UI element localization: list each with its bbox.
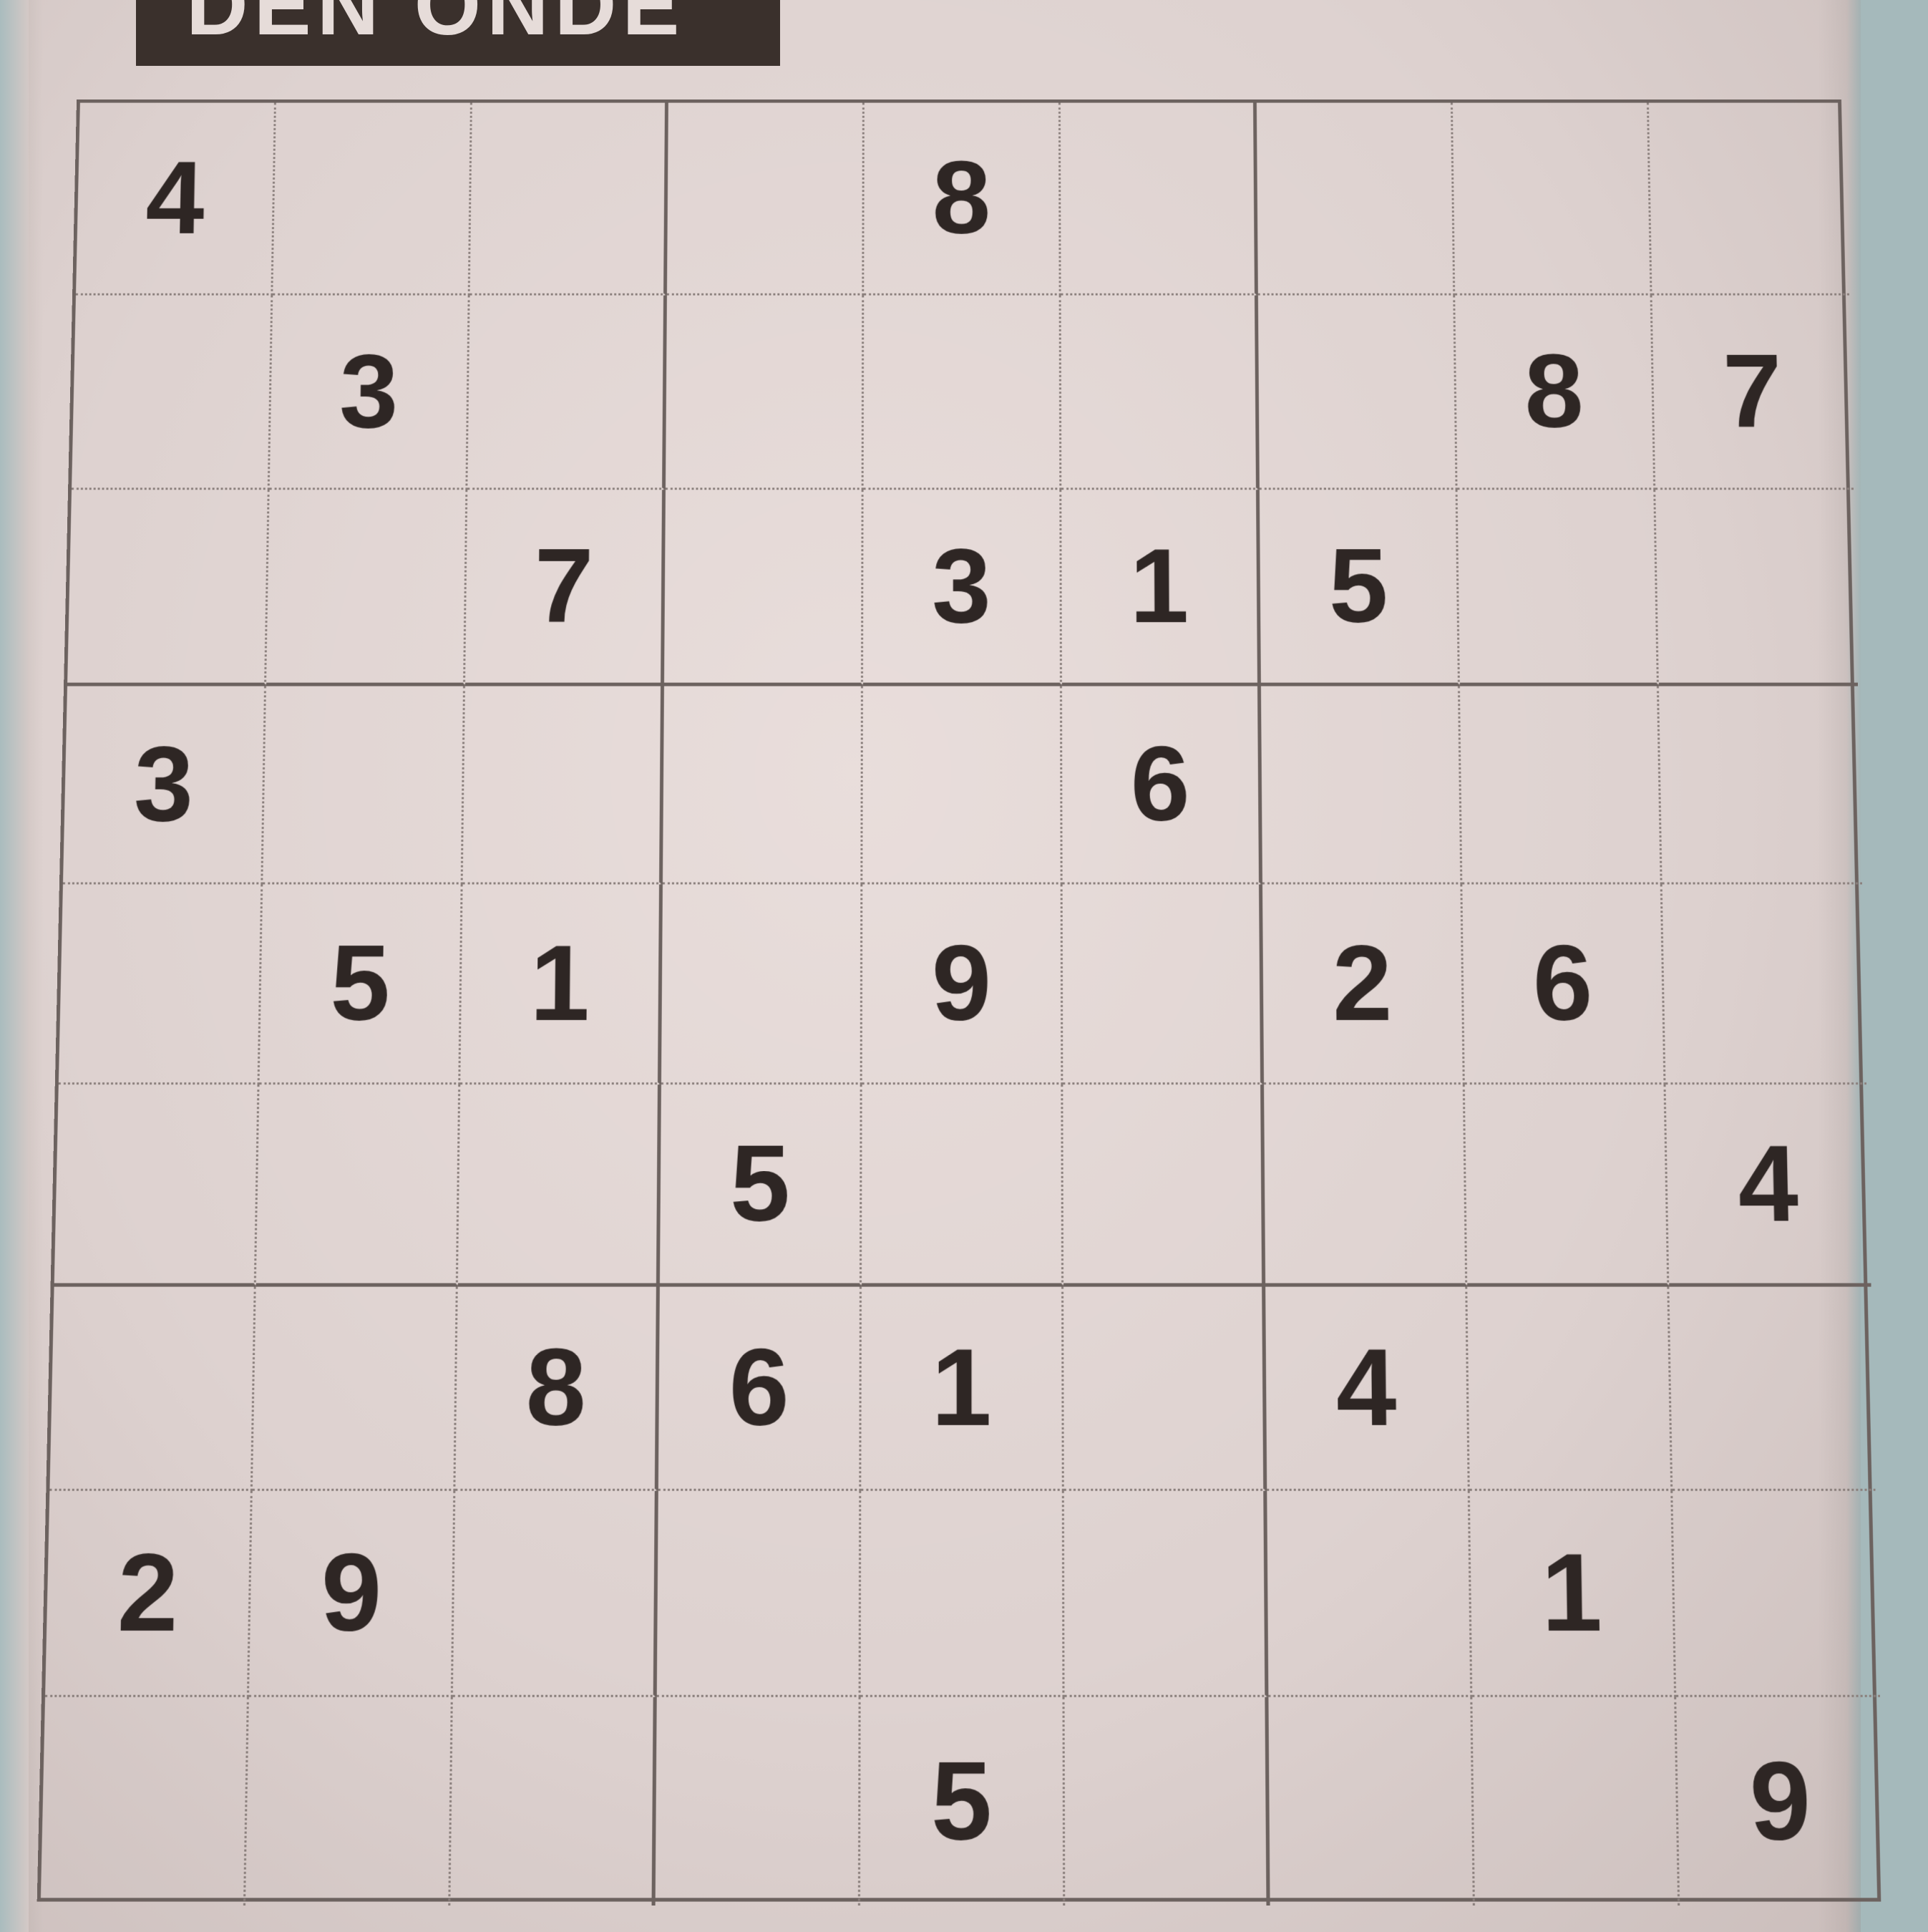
sudoku-cell-r4c4[interactable] — [662, 686, 863, 885]
sudoku-cell-r1c9[interactable] — [1648, 102, 1849, 296]
sudoku-cell-r3c2[interactable] — [266, 490, 468, 686]
sudoku-cell-r9c2[interactable] — [245, 1696, 453, 1906]
sudoku-cell-r4c9[interactable] — [1658, 686, 1863, 885]
sudoku-cell-r6c9[interactable]: 4 — [1665, 1084, 1871, 1287]
sudoku-cell-r9c6[interactable] — [1064, 1696, 1270, 1906]
sudoku-cell-r7c5[interactable]: 1 — [861, 1286, 1064, 1491]
sudoku-cell-r8c1[interactable]: 2 — [45, 1490, 253, 1697]
sudoku-cell-r4c7[interactable] — [1260, 686, 1463, 885]
sudoku-cell-r8c8[interactable]: 1 — [1469, 1490, 1677, 1697]
sudoku-cell-r2c5[interactable] — [863, 295, 1062, 490]
sudoku-cell-r3c5[interactable]: 3 — [862, 490, 1062, 686]
sudoku-cell-r6c5[interactable] — [861, 1084, 1064, 1287]
sudoku-cell-r2c2[interactable]: 3 — [269, 295, 470, 490]
sudoku-cell-r7c6[interactable] — [1063, 1286, 1267, 1491]
puzzle-heading: DEN ONDE — [186, 0, 686, 53]
sudoku-cell-r5c5[interactable]: 9 — [862, 884, 1063, 1085]
sudoku-cell-r5c2[interactable]: 5 — [259, 884, 463, 1085]
sudoku-cell-r8c4[interactable] — [656, 1490, 862, 1697]
sudoku-grid: 483877315365192654861429159 — [36, 99, 1881, 1906]
sudoku-cell-r5c9[interactable] — [1662, 884, 1867, 1085]
sudoku-cell-r2c3[interactable] — [467, 295, 667, 490]
sudoku-cell-r3c7[interactable]: 5 — [1259, 490, 1460, 686]
sudoku-board: 483877315365192654861429159 — [36, 99, 1881, 1906]
sudoku-cell-r9c9[interactable]: 9 — [1676, 1697, 1884, 1906]
sudoku-cell-r6c6[interactable] — [1063, 1084, 1266, 1287]
sudoku-cell-r1c1[interactable]: 4 — [75, 102, 276, 296]
sudoku-cell-r7c9[interactable] — [1669, 1286, 1876, 1491]
sudoku-cell-r6c2[interactable] — [255, 1084, 461, 1287]
sudoku-cell-r2c1[interactable] — [72, 295, 273, 490]
sudoku-cell-r2c8[interactable]: 8 — [1455, 295, 1656, 490]
sudoku-cell-r8c2[interactable]: 9 — [248, 1490, 456, 1697]
sudoku-cell-r4c6[interactable]: 6 — [1061, 686, 1263, 885]
sudoku-cell-r3c1[interactable] — [67, 490, 270, 686]
sudoku-cell-r8c9[interactable] — [1673, 1490, 1881, 1697]
sudoku-cell-r6c7[interactable] — [1264, 1084, 1468, 1287]
sudoku-cell-r9c1[interactable] — [40, 1696, 249, 1906]
sudoku-cell-r4c1[interactable]: 3 — [62, 686, 267, 885]
sudoku-cell-r7c2[interactable] — [252, 1286, 458, 1491]
sudoku-cell-r5c8[interactable]: 6 — [1462, 884, 1666, 1085]
sudoku-cell-r6c8[interactable] — [1464, 1084, 1670, 1287]
sudoku-cell-r5c6[interactable] — [1062, 884, 1265, 1085]
sudoku-cell-r9c8[interactable] — [1472, 1696, 1680, 1906]
sudoku-cell-r2c9[interactable]: 7 — [1652, 295, 1854, 490]
sudoku-cell-r8c7[interactable] — [1267, 1490, 1473, 1697]
sudoku-cell-r1c3[interactable] — [469, 102, 668, 296]
sudoku-cell-r8c5[interactable] — [860, 1490, 1065, 1697]
sudoku-cell-r1c8[interactable] — [1452, 102, 1652, 296]
sudoku-cell-r2c4[interactable] — [665, 295, 865, 490]
puzzle-heading-banner: DEN ONDE — [136, 0, 780, 66]
sudoku-cell-r8c3[interactable] — [452, 1490, 658, 1697]
sudoku-cell-r2c6[interactable] — [1061, 295, 1260, 490]
sudoku-cell-r5c7[interactable]: 2 — [1262, 884, 1465, 1085]
sudoku-cell-r3c3[interactable]: 7 — [464, 490, 666, 686]
sudoku-cell-r9c5[interactable]: 5 — [860, 1696, 1066, 1906]
sudoku-cell-r9c3[interactable] — [450, 1696, 657, 1906]
sudoku-cell-r7c4[interactable]: 6 — [658, 1286, 862, 1491]
newspaper-page: DEN ONDE 483877315365192654861429159 — [0, 0, 1928, 1932]
sudoku-cell-r3c8[interactable] — [1457, 490, 1659, 686]
sudoku-cell-r5c1[interactable] — [58, 884, 263, 1085]
sudoku-cell-r1c2[interactable] — [273, 102, 472, 296]
sudoku-cell-r3c6[interactable]: 1 — [1061, 490, 1261, 686]
sudoku-cell-r7c3[interactable]: 8 — [455, 1286, 660, 1491]
sudoku-cell-r1c5[interactable]: 8 — [864, 102, 1061, 296]
sudoku-cell-r3c9[interactable] — [1655, 490, 1858, 686]
sudoku-cell-r1c7[interactable] — [1256, 102, 1456, 296]
sudoku-cell-r9c4[interactable] — [655, 1696, 861, 1906]
sudoku-cell-r6c1[interactable] — [54, 1084, 260, 1287]
sudoku-cell-r1c4[interactable] — [666, 102, 865, 296]
sudoku-cell-r2c7[interactable] — [1257, 295, 1458, 490]
sudoku-cell-r4c5[interactable] — [862, 686, 1063, 885]
sudoku-cell-r8c6[interactable] — [1063, 1490, 1269, 1697]
sudoku-cell-r3c4[interactable] — [663, 490, 864, 686]
sudoku-cell-r4c8[interactable] — [1459, 686, 1662, 885]
sudoku-cell-r7c7[interactable]: 4 — [1265, 1286, 1470, 1491]
sudoku-cell-r4c3[interactable] — [462, 686, 664, 885]
sudoku-cell-r7c1[interactable] — [49, 1286, 256, 1491]
sudoku-cell-r5c3[interactable]: 1 — [460, 884, 663, 1085]
sudoku-cell-r6c4[interactable]: 5 — [659, 1084, 862, 1287]
sudoku-cell-r4c2[interactable] — [263, 686, 465, 885]
sudoku-cell-r9c7[interactable] — [1268, 1696, 1475, 1906]
sudoku-cell-r7c8[interactable] — [1467, 1286, 1673, 1491]
sudoku-cell-r5c4[interactable] — [661, 884, 863, 1085]
sudoku-cell-r6c3[interactable] — [457, 1084, 661, 1287]
sudoku-cell-r1c6[interactable] — [1060, 102, 1258, 296]
